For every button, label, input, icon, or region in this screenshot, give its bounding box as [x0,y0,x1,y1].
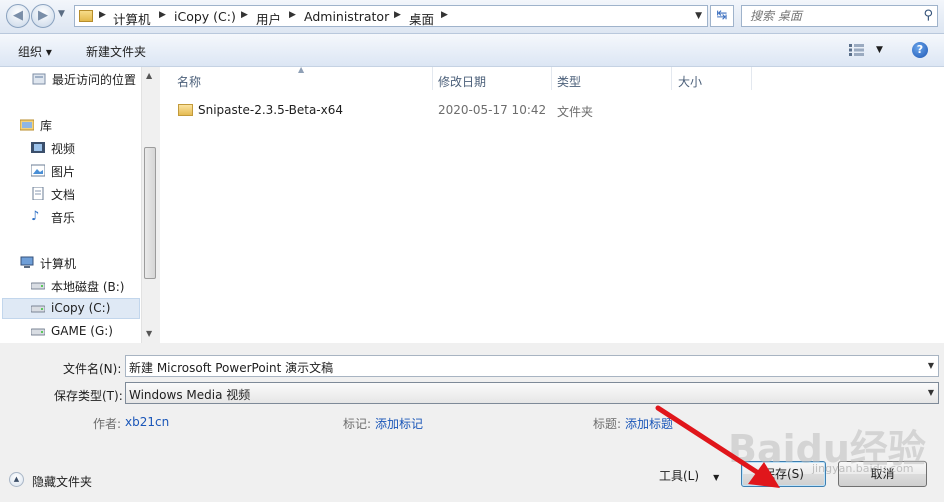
new-folder-button[interactable]: 新建文件夹 [86,43,146,60]
column-divider[interactable] [751,67,752,90]
back-arrow-icon: ◀ [13,8,23,23]
hide-folders-label: 隐藏文件夹 [32,475,93,489]
video-icon [31,141,45,154]
drive-icon [30,279,46,292]
nav-item-label: 计算机 [40,257,77,271]
column-divider[interactable] [551,67,552,90]
sort-ascending-icon: ▲ [298,65,305,74]
nav-item-label: 图片 [51,165,76,179]
drive-icon [30,302,46,315]
recent-pages-dropdown[interactable]: ▼ [58,9,65,19]
tags-field[interactable]: 添加标记 [375,415,423,432]
author-field[interactable]: xb21cn [125,415,169,429]
chevron-right-icon[interactable]: ▶ [441,10,448,20]
column-divider[interactable] [432,67,433,90]
chevron-up-icon: ▲ [9,472,24,487]
drive-icon [30,325,46,338]
chevron-right-icon[interactable]: ▶ [394,10,401,20]
chevron-right-icon[interactable]: ▶ [289,10,296,20]
view-dropdown-icon[interactable]: ▼ [876,45,883,55]
forward-button[interactable]: ▶ [31,4,55,28]
column-header-type[interactable]: 类型 [557,73,581,90]
search-box[interactable]: ⚲ [741,5,938,27]
nav-item-label: 文档 [51,188,76,202]
annotation-arrow [655,405,780,488]
author-label: 作者: [93,417,122,431]
nav-item-label: 库 [40,119,53,133]
chevron-right-icon[interactable]: ▶ [241,10,248,20]
pictures-icon [30,164,46,177]
column-header-size[interactable]: 大小 [678,73,702,90]
filename-field[interactable]: 新建 Microsoft PowerPoint 演示文稿 ▼ [125,355,939,377]
search-icon[interactable]: ⚲ [923,8,933,23]
chevron-down-icon[interactable]: ▼ [928,361,934,370]
nav-item-label: 视频 [51,142,76,156]
breadcrumb-users[interactable]: 用户 [256,9,281,28]
folder-icon [79,10,93,22]
refresh-icon: ↹ [716,8,728,23]
nav-item-label: iCopy (C:) [51,301,111,315]
help-icon[interactable]: ? [912,42,928,58]
back-button[interactable]: ◀ [6,4,30,28]
organize-button[interactable]: 组织 ▾ [18,43,52,60]
computer-icon [20,256,34,269]
navigation-scrollbar[interactable]: ▲ ▼ [141,67,159,343]
nav-item-label: GAME (G:) [51,324,113,338]
recent-places-icon [32,72,46,85]
music-icon: ♪ [31,209,40,224]
filetype-select[interactable]: Windows Media 视频 ▼ [125,382,939,404]
documents-icon [31,186,45,201]
nav-item-label: 音乐 [51,211,76,225]
breadcrumb-desktop[interactable]: 桌面 [409,9,434,28]
file-name[interactable]: Snipaste-2.3.5-Beta-x64 [198,103,343,117]
scrollbar-thumb[interactable] [144,147,156,279]
address-bar: ◀ ▶ ▼ ▶ 计算机 ▶ iCopy (C:) ▶ 用户 ▶ Administ… [0,0,944,34]
scroll-down-icon[interactable]: ▼ [146,329,152,338]
breadcrumb[interactable]: ▶ 计算机 ▶ iCopy (C:) ▶ 用户 ▶ Administrator … [74,5,708,27]
view-options-icon[interactable] [849,44,865,59]
forward-arrow-icon: ▶ [38,8,48,23]
search-input[interactable] [750,7,910,25]
scroll-up-icon[interactable]: ▲ [146,71,152,80]
column-divider[interactable] [671,67,672,90]
chevron-down-icon[interactable]: ▼ [928,388,934,397]
filename-label: 文件名(N): [63,362,122,376]
chevron-right-icon[interactable]: ▶ [159,10,166,20]
breadcrumb-drive[interactable]: iCopy (C:) [174,9,236,24]
breadcrumb-computer[interactable]: 计算机 [113,9,151,28]
column-header-name[interactable]: 名称 [177,73,201,90]
watermark-url: jingyan.baidu.com [812,462,914,475]
refresh-button[interactable]: ↹ [710,5,734,27]
title-label: 标题: [593,417,622,431]
file-modified: 2020-05-17 10:42 [438,103,547,117]
chevron-right-icon[interactable]: ▶ [99,10,106,20]
navigation-pane: 最近访问的位置 库 视频 图片 文档 ♪ 音乐 计算机 本地磁盘 (B:) iC… [0,67,159,343]
column-header-modified[interactable]: 修改日期 [438,73,486,90]
tags-label: 标记: [343,417,372,431]
library-icon [19,118,35,131]
nav-item-label: 最近访问的位置 [52,73,137,87]
breadcrumb-administrator[interactable]: Administrator [304,9,389,24]
address-history-dropdown[interactable]: ▼ [695,11,702,21]
command-toolbar: 组织 ▾ 新建文件夹 ▼ ? [0,34,944,67]
file-type: 文件夹 [557,105,594,119]
filetype-label: 保存类型(T): [54,389,123,403]
folder-icon [178,104,193,116]
file-list: ▲ 名称 修改日期 类型 大小 Snipaste-2.3.5-Beta-x64 … [160,65,944,343]
nav-item-label: 本地磁盘 (B:) [51,280,125,294]
filename-value[interactable]: 新建 Microsoft PowerPoint 演示文稿 [129,359,333,376]
filetype-value: Windows Media 视频 [129,388,251,402]
